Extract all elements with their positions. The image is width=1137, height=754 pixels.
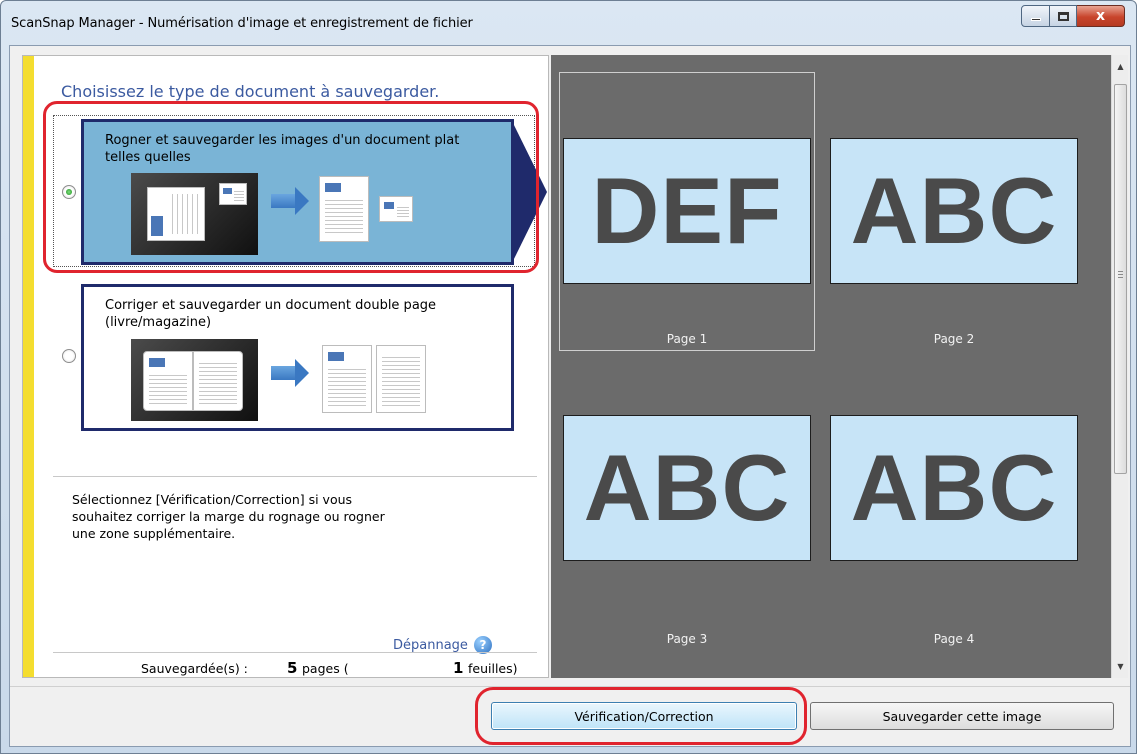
close-button[interactable]: x: [1077, 5, 1125, 27]
page-thumbnail-text: ABC: [850, 158, 1058, 263]
book-scan-illustration: [131, 339, 258, 421]
highlight-callout-option: [43, 101, 539, 273]
grip-icon: [1118, 271, 1123, 278]
saved-label: Sauvegardée(s) :: [141, 661, 248, 676]
page-preview-area[interactable]: DEF Page 1 ABC Page 2 ABC Page 3 ABC Pag…: [551, 55, 1111, 678]
saved-pages-label: pages (: [302, 661, 349, 676]
option-label-book: Corriger et sauvegarder un document doub…: [105, 298, 437, 330]
divider: [53, 476, 537, 477]
window-controls: x: [1021, 5, 1125, 27]
page-thumbnail-2[interactable]: ABC: [830, 138, 1078, 284]
correction-hint: Sélectionnez [Vérification/Correction] s…: [72, 492, 385, 541]
page-label-2: Page 2: [933, 332, 975, 346]
preview-scrollbar[interactable]: ▲ ▼: [1111, 55, 1128, 678]
book-left-page-icon: [143, 351, 193, 411]
title-bar[interactable]: ScanSnap Manager - Numérisation d'image …: [1, 1, 1136, 45]
saved-sheets-count: 1: [453, 659, 464, 677]
window-title: ScanSnap Manager - Numérisation d'image …: [11, 16, 473, 31]
close-icon: x: [1095, 8, 1106, 24]
saved-sheets-label: feuilles): [468, 661, 518, 676]
page-thumbnail-3[interactable]: ABC: [563, 415, 811, 561]
saved-pages-count: 5: [287, 659, 298, 677]
option-card-book[interactable]: Corriger et sauvegarder un document doub…: [81, 284, 514, 431]
option-double-page[interactable]: Corriger et sauvegarder un document doub…: [23, 282, 538, 433]
troubleshooting-label: Dépannage: [393, 637, 468, 653]
radio-double-page[interactable]: [62, 349, 76, 363]
saved-summary: Sauvegardée(s) : 5 pages ( 1 feuilles): [23, 658, 538, 678]
maximize-button[interactable]: [1050, 5, 1077, 27]
save-image-button[interactable]: Sauvegarder cette image: [810, 702, 1114, 730]
minimize-icon: [1030, 18, 1041, 21]
scrollbar-thumb[interactable]: [1114, 84, 1127, 474]
maximize-icon: [1057, 11, 1069, 21]
page-label-4: Page 4: [933, 632, 975, 646]
highlight-callout-button: [475, 687, 807, 745]
page-label-1: Page 1: [666, 332, 708, 346]
page-label-3: Page 3: [666, 632, 708, 646]
corrected-left-page-icon: [322, 345, 372, 413]
page-thumbnail-text: ABC: [850, 435, 1058, 540]
scroll-down-icon[interactable]: ▼: [1112, 658, 1129, 675]
scroll-up-icon[interactable]: ▲: [1112, 58, 1129, 75]
page-thumbnail-4[interactable]: ABC: [830, 415, 1078, 561]
page-thumbnail-1[interactable]: DEF: [563, 138, 811, 284]
save-image-label: Sauvegarder cette image: [882, 708, 1042, 724]
book-right-page-icon: [193, 351, 243, 411]
page-thumbnail-text: ABC: [583, 435, 791, 540]
corrected-right-page-icon: [376, 345, 426, 413]
page-thumbnail-text: DEF: [591, 158, 783, 263]
minimize-button[interactable]: [1021, 5, 1050, 27]
choose-heading: Choisissez le type de document à sauvega…: [61, 82, 440, 101]
divider: [53, 652, 537, 653]
